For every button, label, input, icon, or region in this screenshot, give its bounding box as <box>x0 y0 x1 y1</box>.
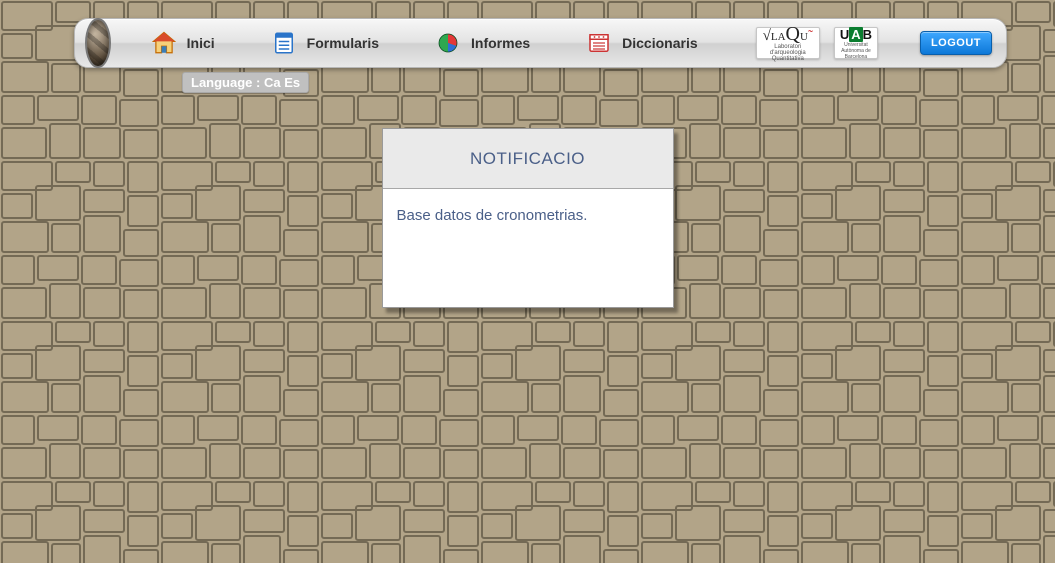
language-option-es[interactable]: Es <box>284 75 300 90</box>
nav-forms-label: Formularis <box>307 35 379 51</box>
home-icon <box>151 30 177 56</box>
nav-dictionaries-label: Diccionaris <box>622 35 697 51</box>
calendar-list-icon <box>586 30 612 56</box>
uab-badge[interactable]: UAB Universitat Autònoma de Barcelona <box>834 27 878 59</box>
nav-home[interactable]: Inici <box>139 24 227 62</box>
nav-home-label: Inici <box>187 35 215 51</box>
language-selector: Language : Ca Es <box>182 72 309 93</box>
nav-reports[interactable]: Informes <box>423 24 542 62</box>
logout-button[interactable]: LOGOUT <box>920 31 992 55</box>
notification-dialog: NOTIFICACIO Base datos de cronometrias. <box>382 128 674 308</box>
top-nav-bar: Inici Formularis Informes <box>74 18 1007 68</box>
app-logo[interactable] <box>85 18 111 68</box>
nav-reports-label: Informes <box>471 35 530 51</box>
document-icon <box>271 30 297 56</box>
laqu-badge[interactable]: √laQu˜ Laboratori d'arqueologia Quantita… <box>756 27 820 59</box>
notification-body: Base datos de cronometrias. <box>383 189 673 307</box>
notification-title: NOTIFICACIO <box>383 129 673 189</box>
language-option-ca[interactable]: Ca <box>264 75 281 90</box>
language-prefix: Language : <box>191 75 264 90</box>
nav-forms[interactable]: Formularis <box>259 24 391 62</box>
nav-dictionaries[interactable]: Diccionaris <box>574 24 709 62</box>
pie-chart-icon <box>435 30 461 56</box>
